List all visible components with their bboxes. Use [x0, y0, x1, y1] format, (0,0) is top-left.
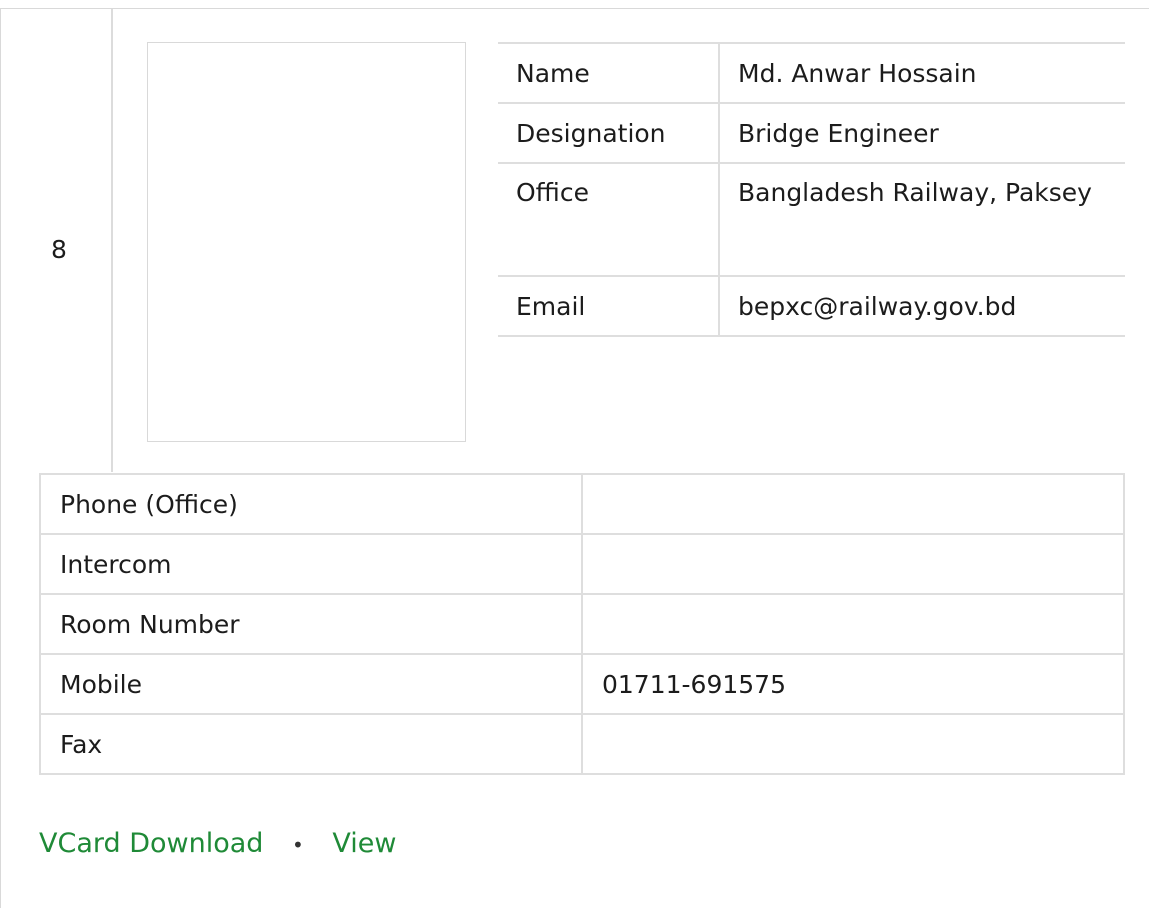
info-row-email: Email bepxc@railway.gov.bd [498, 275, 1125, 337]
profile-photo-placeholder [147, 42, 466, 442]
info-value: Bridge Engineer [719, 102, 1125, 164]
contact-row-fax: Fax [39, 713, 1125, 775]
info-row-office: Office Bangladesh Railway, Paksey [498, 162, 1125, 277]
contact-value [581, 533, 1125, 595]
info-row-name: Name Md. Anwar Hossain [498, 42, 1125, 104]
info-value: Md. Anwar Hossain [719, 42, 1125, 104]
view-link[interactable]: View [332, 828, 396, 859]
info-label: Name [498, 42, 720, 104]
contact-label: Phone (Office) [39, 473, 583, 535]
contact-value: 01711-691575 [581, 653, 1125, 715]
vcard-download-link[interactable]: VCard Download [39, 828, 263, 859]
link-separator: • [292, 832, 304, 857]
person-card: 8 Name Md. Anwar Hossain Designation Bri… [0, 8, 1149, 908]
contact-row-room-number: Room Number [39, 593, 1125, 655]
info-value: Bangladesh Railway, Paksey [719, 162, 1125, 277]
contact-row-intercom: Intercom [39, 533, 1125, 595]
contact-table: Phone (Office) Intercom Room Number Mobi… [39, 473, 1125, 775]
info-label: Designation [498, 102, 720, 164]
info-table: Name Md. Anwar Hossain Designation Bridg… [498, 42, 1125, 337]
contact-value [581, 713, 1125, 775]
contact-label: Room Number [39, 593, 583, 655]
contact-row-mobile: Mobile 01711-691575 [39, 653, 1125, 715]
contact-label: Fax [39, 713, 583, 775]
contact-row-phone-office: Phone (Office) [39, 473, 1125, 535]
contact-label: Intercom [39, 533, 583, 595]
serial-column-divider [111, 9, 113, 472]
serial-number: 8 [51, 235, 67, 264]
info-row-designation: Designation Bridge Engineer [498, 102, 1125, 164]
contact-value [581, 473, 1125, 535]
info-label: Office [498, 162, 720, 277]
contact-value [581, 593, 1125, 655]
contact-label: Mobile [39, 653, 583, 715]
info-label: Email [498, 275, 720, 337]
info-value: bepxc@railway.gov.bd [719, 275, 1125, 337]
card-links: VCard Download • View [39, 824, 397, 865]
